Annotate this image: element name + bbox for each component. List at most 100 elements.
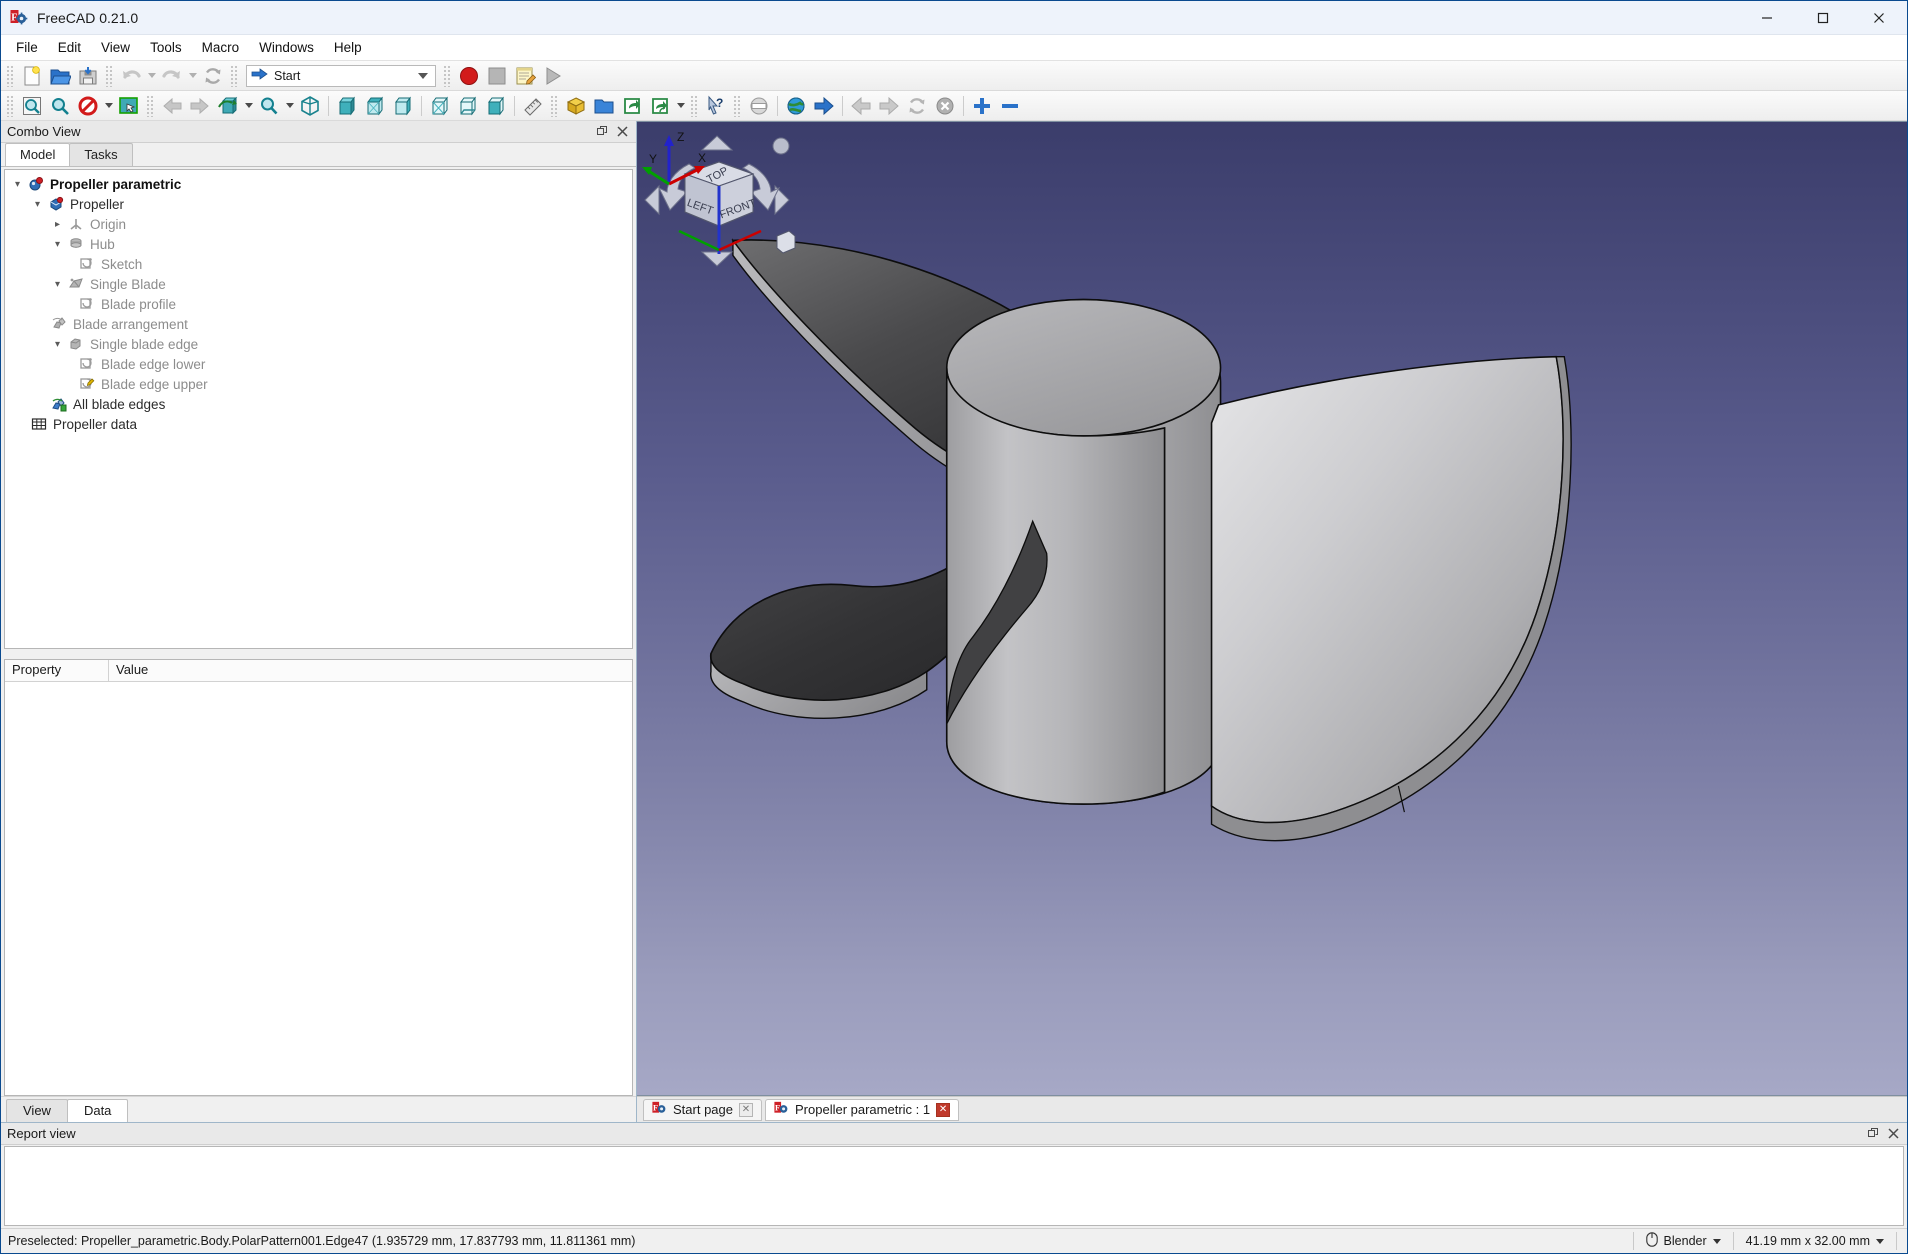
3d-viewport[interactable]: TOP LEFT FRONT Z X Y: [637, 121, 1907, 1096]
report-view-output[interactable]: [4, 1146, 1904, 1226]
chevron-right-icon[interactable]: ▸: [49, 215, 66, 233]
create-part-icon[interactable]: [562, 93, 590, 119]
maximize-button[interactable]: [1795, 1, 1851, 34]
bottom-view-icon[interactable]: [454, 93, 482, 119]
tab-tasks[interactable]: Tasks: [69, 143, 133, 166]
draw-style-dropdown-button[interactable]: [102, 93, 115, 119]
propeller-model[interactable]: [637, 122, 1907, 1095]
property-editor-body[interactable]: [5, 682, 632, 1095]
menu-help[interactable]: Help: [324, 37, 372, 58]
draw-style-icon[interactable]: [74, 93, 102, 119]
nav-menu-icon[interactable]: [772, 137, 790, 155]
tree-item-propeller-data[interactable]: Propeller data: [5, 414, 632, 434]
combo-view-float-button[interactable]: [593, 123, 611, 141]
zoom-in-icon[interactable]: [968, 93, 996, 119]
make-link-icon[interactable]: [618, 93, 646, 119]
property-editor[interactable]: Property Value: [4, 659, 633, 1096]
right-view-icon[interactable]: [389, 93, 417, 119]
viewport-dimensions[interactable]: 41.19 mm x 32.00 mm: [1732, 1232, 1897, 1250]
tree-item-propeller[interactable]: ▾ Propeller: [5, 194, 632, 214]
reload-page-icon[interactable]: [903, 93, 931, 119]
menu-file[interactable]: File: [6, 37, 48, 58]
isometric-view-icon[interactable]: [296, 93, 324, 119]
nav-arrow-down-icon[interactable]: [700, 251, 734, 267]
report-view-close-button[interactable]: [1884, 1125, 1902, 1143]
refresh-button[interactable]: [199, 63, 227, 89]
tree-item-blade-profile[interactable]: Blade profile: [5, 294, 632, 314]
macro-record-button[interactable]: [455, 63, 483, 89]
chevron-down-icon[interactable]: ▾: [29, 195, 46, 213]
make-link-dropdown-button[interactable]: [674, 93, 687, 119]
doc-tab-propeller[interactable]: F Propeller parametric : 1 ✕: [765, 1098, 960, 1121]
tree-item-blade-arrangement[interactable]: Blade arrangement: [5, 314, 632, 334]
close-icon[interactable]: ✕: [739, 1102, 753, 1117]
view-back-icon[interactable]: [158, 93, 186, 119]
top-view-icon[interactable]: [361, 93, 389, 119]
front-view-icon[interactable]: [333, 93, 361, 119]
left-view-icon[interactable]: [482, 93, 510, 119]
save-document-button[interactable]: [74, 63, 102, 89]
open-document-button[interactable]: [46, 63, 74, 89]
whats-this-icon[interactable]: ?: [702, 93, 730, 119]
tree-item-blade-edge-lower[interactable]: Blade edge lower: [5, 354, 632, 374]
tab-data[interactable]: Data: [66, 1099, 129, 1122]
close-button[interactable]: [1851, 1, 1907, 34]
standard-views-dropdown-button[interactable]: [242, 93, 255, 119]
start-page-icon[interactable]: [745, 93, 773, 119]
chevron-down-icon[interactable]: ▾: [49, 235, 66, 253]
chevron-down-icon[interactable]: ▾: [49, 335, 66, 353]
toolbar-grip-7[interactable]: [550, 94, 559, 117]
chevron-down-icon[interactable]: ▾: [49, 275, 66, 293]
zoom-icon[interactable]: [255, 93, 283, 119]
macro-edit-button[interactable]: [511, 63, 539, 89]
menu-windows[interactable]: Windows: [249, 37, 324, 58]
tab-view[interactable]: View: [6, 1099, 68, 1122]
next-page-icon[interactable]: [875, 93, 903, 119]
tree-item-single-blade-edge[interactable]: ▾ Single blade edge: [5, 334, 632, 354]
zoom-out-icon[interactable]: [996, 93, 1024, 119]
stop-loading-icon[interactable]: [931, 93, 959, 119]
menu-view[interactable]: View: [91, 37, 140, 58]
report-view-float-button[interactable]: [1864, 1125, 1882, 1143]
create-group-icon[interactable]: [590, 93, 618, 119]
chevron-down-icon[interactable]: ▾: [9, 175, 26, 193]
make-sublink-icon[interactable]: [646, 93, 674, 119]
toolbar-grip[interactable]: [6, 64, 15, 87]
fit-selection-icon[interactable]: [46, 93, 74, 119]
chevron-down-icon[interactable]: [1712, 1238, 1721, 1244]
redo-dropdown-button[interactable]: [186, 63, 199, 89]
tree-item-hub[interactable]: ▾ Hub: [5, 234, 632, 254]
toolbar-grip-4[interactable]: [443, 64, 452, 87]
doc-tab-start-page[interactable]: F Start page ✕: [643, 1098, 762, 1121]
tree-item-blade-edge-upper[interactable]: Blade edge upper: [5, 374, 632, 394]
tree-item-single-blade[interactable]: ▾ Single Blade: [5, 274, 632, 294]
chevron-down-icon[interactable]: [1876, 1238, 1884, 1244]
redo-button[interactable]: [158, 63, 186, 89]
standard-views-icon[interactable]: [214, 93, 242, 119]
toolbar-grip-2[interactable]: [105, 64, 114, 87]
previous-page-icon[interactable]: [847, 93, 875, 119]
measure-icon[interactable]: [519, 93, 547, 119]
model-tree[interactable]: ▾ Propeller parametric ▾ Propeller ▸ Ori…: [4, 169, 633, 649]
tab-model[interactable]: Model: [5, 143, 71, 166]
box-selection-icon[interactable]: [115, 93, 143, 119]
tree-item-propeller-parametric[interactable]: ▾ Propeller parametric: [5, 174, 632, 194]
tree-item-all-blade-edges[interactable]: All blade edges: [5, 394, 632, 414]
navigation-style-selector[interactable]: Blender: [1632, 1232, 1733, 1250]
macro-stop-button[interactable]: [483, 63, 511, 89]
tree-item-sketch[interactable]: Sketch: [5, 254, 632, 274]
fit-all-icon[interactable]: [18, 93, 46, 119]
zoom-dropdown-button[interactable]: [283, 93, 296, 119]
view-forward-icon[interactable]: [186, 93, 214, 119]
toolbar-grip-9[interactable]: [733, 94, 742, 117]
tree-item-origin[interactable]: ▸ Origin: [5, 214, 632, 234]
macro-execute-button[interactable]: [539, 63, 567, 89]
workbench-selector[interactable]: Start: [246, 64, 436, 87]
toolbar-grip-6[interactable]: [146, 94, 155, 117]
nav-cube-home-icon[interactable]: [776, 230, 796, 254]
toolbar-grip-3[interactable]: [230, 64, 239, 87]
menu-tools[interactable]: Tools: [140, 37, 192, 58]
toolbar-grip-5[interactable]: [6, 94, 15, 117]
menu-macro[interactable]: Macro: [192, 37, 250, 58]
close-icon[interactable]: ✕: [936, 1102, 951, 1117]
